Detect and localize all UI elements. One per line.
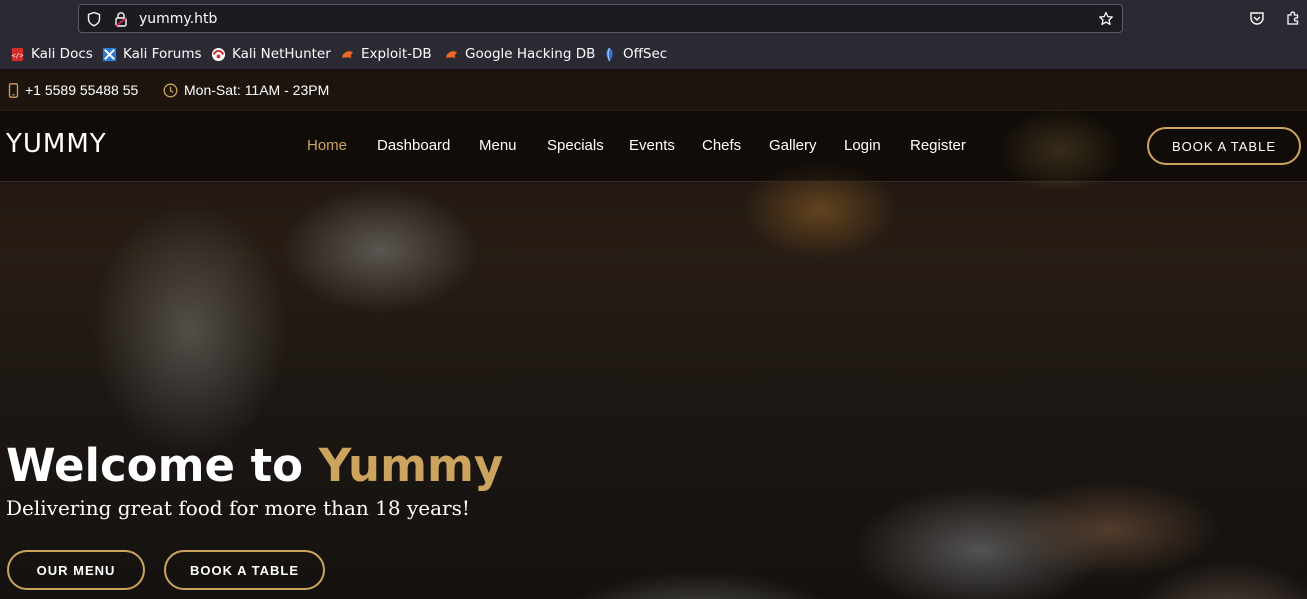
book-a-table-button[interactable]: BOOK A TABLE <box>1147 127 1301 165</box>
bookmark-kali-nethunter[interactable]: Kali NetHunter <box>211 44 331 64</box>
google-hacking-db-favicon <box>445 50 458 58</box>
shield-icon[interactable] <box>86 11 102 27</box>
extensions-icon[interactable] <box>1285 10 1301 26</box>
kali-docs-favicon: </> <box>12 47 24 61</box>
phone-number: +1 5589 55488 55 <box>25 82 139 98</box>
bookmark-label: Google Hacking DB <box>465 46 596 62</box>
hero-title-prefix: Welcome to <box>6 439 319 492</box>
nav-register[interactable]: Register <box>910 137 966 154</box>
nav-login[interactable]: Login <box>844 137 881 154</box>
nav-gallery[interactable]: Gallery <box>769 137 817 154</box>
phone-info: +1 5589 55488 55 <box>8 82 138 98</box>
phone-icon <box>8 82 19 98</box>
bookmark-offsec[interactable]: OffSec <box>602 44 667 64</box>
bookmarks-bar: </> Kali Docs Kali Forums Kali NetHunter… <box>0 38 1307 70</box>
bookmark-label: Exploit-DB <box>361 46 432 62</box>
nav-chefs[interactable]: Chefs <box>702 137 741 154</box>
browser-toolbar: yummy.htb <box>0 0 1307 38</box>
lock-warning-icon[interactable] <box>113 11 129 27</box>
bookmark-kali-forums[interactable]: Kali Forums <box>102 44 202 64</box>
nav-dashboard[interactable]: Dashboard <box>377 137 450 154</box>
opening-hours: Mon-Sat: 11AM - 23PM <box>163 82 329 98</box>
pocket-icon[interactable] <box>1249 10 1265 26</box>
kali-nethunter-favicon <box>211 47 226 61</box>
bookmark-google-hacking-db[interactable]: Google Hacking DB <box>444 44 595 64</box>
hero-book-a-table-button[interactable]: BOOK A TABLE <box>164 550 325 590</box>
hero-subtitle: Delivering great food for more than 18 y… <box>6 496 470 520</box>
url-bar[interactable]: yummy.htb <box>78 4 1123 33</box>
bookmark-label: Kali Forums <box>123 46 202 62</box>
offsec-favicon <box>606 47 613 61</box>
kali-forums-favicon <box>102 47 117 61</box>
nav-events[interactable]: Events <box>629 137 675 154</box>
our-menu-button[interactable]: OUR MENU <box>7 550 145 590</box>
bookmark-kali-docs[interactable]: </> Kali Docs <box>10 44 93 64</box>
hero-title: Welcome to Yummy <box>6 436 503 496</box>
opening-hours-text: Mon-Sat: 11AM - 23PM <box>184 82 330 98</box>
hero-title-brand: Yummy <box>318 439 504 492</box>
exploit-db-favicon <box>341 50 354 58</box>
site-logo[interactable]: YUMMY <box>6 129 107 159</box>
star-icon[interactable] <box>1098 11 1114 27</box>
clock-icon <box>163 83 178 97</box>
url-text[interactable]: yummy.htb <box>139 10 217 28</box>
bookmark-label: OffSec <box>623 46 668 62</box>
bookmark-label: Kali NetHunter <box>232 46 331 62</box>
nav-menu[interactable]: Menu <box>479 137 517 154</box>
nav-specials[interactable]: Specials <box>547 137 604 154</box>
nav-home[interactable]: Home <box>307 137 347 154</box>
contact-topbar: +1 5589 55488 55 Mon-Sat: 11AM - 23PM <box>0 70 1307 110</box>
site-header: YUMMY Home Dashboard Menu Specials Event… <box>0 110 1307 182</box>
svg-text:</>: </> <box>12 51 24 59</box>
bookmark-exploit-db[interactable]: Exploit-DB <box>340 44 432 64</box>
bookmark-label: Kali Docs <box>31 46 93 62</box>
web-page: +1 5589 55488 55 Mon-Sat: 11AM - 23PM YU… <box>0 70 1307 599</box>
